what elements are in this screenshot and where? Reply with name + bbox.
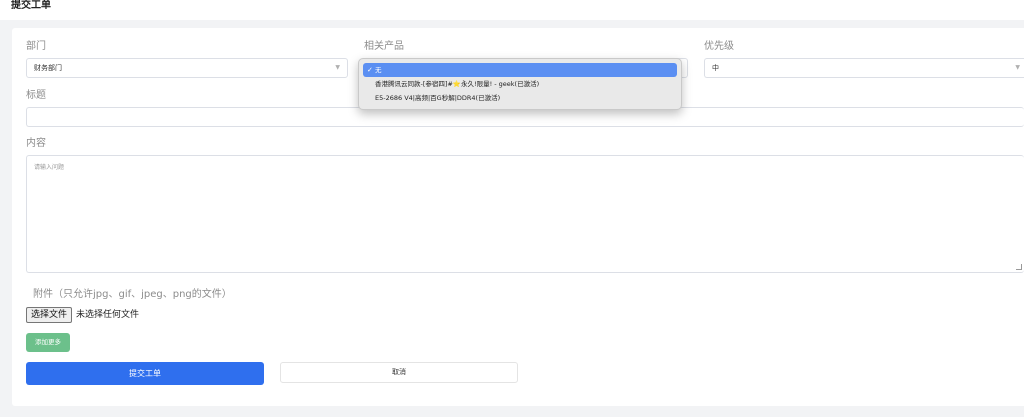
file-status-text: 未选择任何文件	[76, 310, 140, 320]
subject-label: 标题	[26, 90, 46, 101]
dropdown-option-label: E5-2686 V4|高频|百G秒解|DDR4(已激活)	[375, 94, 501, 102]
product-label: 相关产品	[364, 41, 404, 52]
submit-ticket-button[interactable]: 提交工单	[26, 362, 264, 385]
content-placeholder: 请输入问题	[34, 164, 65, 171]
dropdown-option-label: 香港腾讯云同款-[参宿四]#⭐永久!限量! - geek(已激活)	[375, 80, 540, 88]
content-label: 内容	[26, 138, 46, 149]
page-title: 提交工单	[11, 0, 51, 11]
dropdown-option[interactable]: 香港腾讯云同款-[参宿四]#⭐永久!限量! - geek(已激活)	[363, 77, 677, 91]
dropdown-option[interactable]: E5-2686 V4|高频|百G秒解|DDR4(已激活)	[363, 91, 677, 105]
top-bar: 提交工单	[0, 0, 1024, 20]
resize-handle-icon[interactable]	[1016, 264, 1022, 270]
choose-file-button[interactable]: 选择文件	[26, 307, 73, 323]
attachment-label: 附件（只允许jpg、gif、jpeg、png的文件）	[33, 289, 232, 300]
department-label: 部门	[26, 41, 46, 52]
add-more-button[interactable]: 添加更多	[26, 333, 70, 352]
product-dropdown-menu: ✓ 无 香港腾讯云同款-[参宿四]#⭐永久!限量! - geek(已激活) E5…	[358, 58, 682, 110]
priority-select[interactable]: 中 ▼	[704, 58, 1024, 78]
content-textarea[interactable]: 请输入问题	[26, 155, 1024, 273]
department-select[interactable]: 财务部门 ▼	[26, 58, 348, 78]
dropdown-option-label: 无	[375, 66, 382, 74]
dropdown-option[interactable]: ✓ 无	[363, 63, 677, 77]
department-select-value: 财务部门	[34, 64, 62, 72]
priority-label: 优先级	[704, 41, 734, 52]
chevron-down-icon: ▼	[1015, 64, 1020, 71]
cancel-button[interactable]: 取消	[280, 362, 518, 383]
subject-input[interactable]	[26, 107, 1024, 127]
chevron-down-icon: ▼	[335, 64, 340, 71]
check-icon: ✓	[367, 66, 373, 74]
priority-select-value: 中	[712, 64, 719, 72]
